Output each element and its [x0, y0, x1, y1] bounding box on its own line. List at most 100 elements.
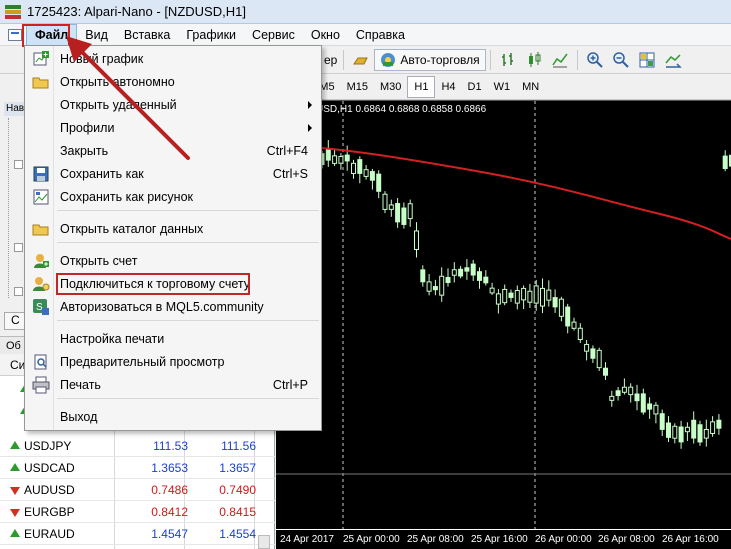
- chart-shift-icon: [665, 54, 682, 68]
- timeframe-m30[interactable]: M30: [374, 76, 407, 98]
- menu-insert[interactable]: Вставка: [116, 24, 178, 46]
- toolbar-partial-label[interactable]: ер: [322, 49, 339, 71]
- table-row[interactable]: AUDUSD 0.7486 0.7490: [0, 479, 275, 501]
- candle-body: [533, 285, 539, 304]
- table-row[interactable]: USDJPY 111.53 111.56: [0, 435, 275, 457]
- gold-bars-icon: [353, 57, 369, 65]
- menu-item-print[interactable]: Печать Ctrl+P: [26, 374, 320, 396]
- time-label: 24 Apr 2017: [280, 534, 334, 545]
- menu-view[interactable]: Вид: [77, 24, 116, 46]
- print-icon: [32, 376, 50, 394]
- price-chart[interactable]: [276, 101, 731, 529]
- open-account-icon: [34, 254, 49, 268]
- timeframe-d1[interactable]: D1: [462, 76, 488, 98]
- zoom-in-button[interactable]: [582, 49, 608, 71]
- timeframe-bar: M1 M5 M15 M30 H1 H4 D1 W1 MN: [276, 75, 731, 100]
- candle-body: [596, 349, 602, 369]
- candle-body: [445, 277, 451, 284]
- menu-item-shortcut: Ctrl+S: [272, 167, 308, 181]
- navigator-expand-3[interactable]: [14, 287, 23, 296]
- menu-window[interactable]: Окно: [303, 24, 348, 46]
- candle-body: [603, 367, 608, 376]
- line-chart-button[interactable]: [547, 49, 573, 71]
- autotrade-button[interactable]: Авто-торговля: [374, 49, 486, 71]
- candle-body: [703, 428, 709, 439]
- timeframe-h1[interactable]: H1: [407, 76, 436, 98]
- candle-body: [722, 155, 728, 169]
- title-bar: 1725423: Alpari-Nano - [NZDUSD,H1]: [0, 0, 731, 24]
- menu-item-save-as[interactable]: Сохранить как Ctrl+S: [26, 163, 320, 185]
- bar-chart-button[interactable]: [495, 49, 521, 71]
- save-icon: [33, 166, 49, 182]
- chart-window-icon[interactable]: [8, 28, 22, 41]
- candle-body: [414, 230, 419, 250]
- menu-item-label: Новый график: [60, 52, 144, 66]
- candle-body: [439, 275, 445, 296]
- menu-charts[interactable]: Графики: [178, 24, 244, 46]
- symbol-cell: AUDUSD: [24, 482, 75, 497]
- tile-windows-button[interactable]: [634, 49, 660, 71]
- file-menu-dropdown: Новый график Открыть автономно Открыть уда…: [24, 45, 322, 431]
- candle-body: [697, 424, 703, 443]
- menu-item-new-chart[interactable]: Новый график: [26, 48, 320, 70]
- timeframe-w1[interactable]: W1: [488, 76, 517, 98]
- candle-body: [369, 171, 375, 181]
- candle-body: [495, 293, 501, 305]
- chart-time-axis: 24 Apr 2017 25 Apr 00:00 25 Apr 08:00 25…: [276, 529, 731, 549]
- save-picture-icon: [33, 189, 49, 205]
- chart-shift-button[interactable]: [660, 49, 686, 71]
- menu-item-profiles[interactable]: Профили: [26, 117, 320, 139]
- menu-item-print-preview[interactable]: Предварительный просмотр: [26, 351, 320, 373]
- candle-body: [565, 306, 571, 327]
- time-label: 26 Apr 08:00: [598, 534, 655, 545]
- candle-body: [659, 413, 665, 430]
- menu-item-open-data-folder[interactable]: Открыть каталог данных: [26, 218, 320, 240]
- menu-item-open-remote[interactable]: Открыть удаленный: [26, 94, 320, 116]
- menu-item-label: Открыть счет: [60, 254, 138, 268]
- candle-chart-button[interactable]: [521, 49, 547, 71]
- menu-separator: [57, 210, 319, 211]
- menu-tools[interactable]: Сервис: [244, 24, 303, 46]
- menu-help[interactable]: Справка: [348, 24, 413, 46]
- menu-item-open-account[interactable]: Открыть счет: [26, 250, 320, 272]
- arrow-up-icon: [10, 528, 20, 539]
- toolbar-separator: [489, 50, 491, 70]
- line-chart-icon: [551, 53, 568, 68]
- menu-bar: Файл Вид Вставка Графики Сервис Окно Спр…: [0, 23, 731, 46]
- candle-body: [376, 173, 382, 192]
- zoom-out-button[interactable]: [608, 49, 634, 71]
- menu-item-save-as-picture[interactable]: Сохранить как рисунок: [26, 186, 320, 208]
- autotrade-label: Авто-торговля: [400, 53, 480, 67]
- candle-body: [388, 204, 394, 210]
- menu-item-print-setup[interactable]: Настройка печати: [26, 328, 320, 350]
- candle-body: [521, 287, 527, 301]
- market-watch-scrollbar[interactable]: [258, 535, 270, 549]
- navigator-expand-2[interactable]: [14, 243, 23, 252]
- menu-item-open-offline[interactable]: Открыть автономно: [26, 71, 320, 93]
- menu-item-label: Открыть автономно: [60, 75, 175, 89]
- timeframe-h4[interactable]: H4: [435, 76, 461, 98]
- menu-item-exit[interactable]: Выход: [26, 406, 320, 428]
- open-folder-icon: [32, 77, 49, 89]
- candle-body: [332, 155, 338, 164]
- candle-body: [382, 193, 388, 210]
- menu-item-close[interactable]: Закрыть Ctrl+F4: [26, 140, 320, 162]
- menu-item-shortcut: Ctrl+P: [272, 378, 308, 392]
- menu-separator: [57, 242, 319, 243]
- table-row[interactable]: USDCAD 1.3653 1.3657: [0, 457, 275, 479]
- table-row[interactable]: EURGBP 0.8412 0.8415: [0, 501, 275, 523]
- navigator-tab[interactable]: С: [4, 312, 26, 330]
- candle-body: [615, 390, 621, 396]
- ask-cell: 111.56: [221, 438, 256, 453]
- navigator-expand-1[interactable]: [14, 160, 23, 169]
- candle-body: [584, 343, 590, 352]
- toolbar-separator: [576, 50, 578, 70]
- candle-body: [357, 159, 363, 174]
- menu-item-login-mql5[interactable]: S Авторизоваться в MQL5.community: [26, 296, 320, 318]
- login-icon: [33, 277, 50, 291]
- timeframe-mn[interactable]: MN: [516, 76, 545, 98]
- table-row[interactable]: EURAUD 1.4547 1.4554: [0, 523, 275, 545]
- toolbar-gold-button[interactable]: [348, 49, 374, 71]
- candle-body: [395, 203, 401, 223]
- timeframe-m15[interactable]: M15: [341, 76, 374, 98]
